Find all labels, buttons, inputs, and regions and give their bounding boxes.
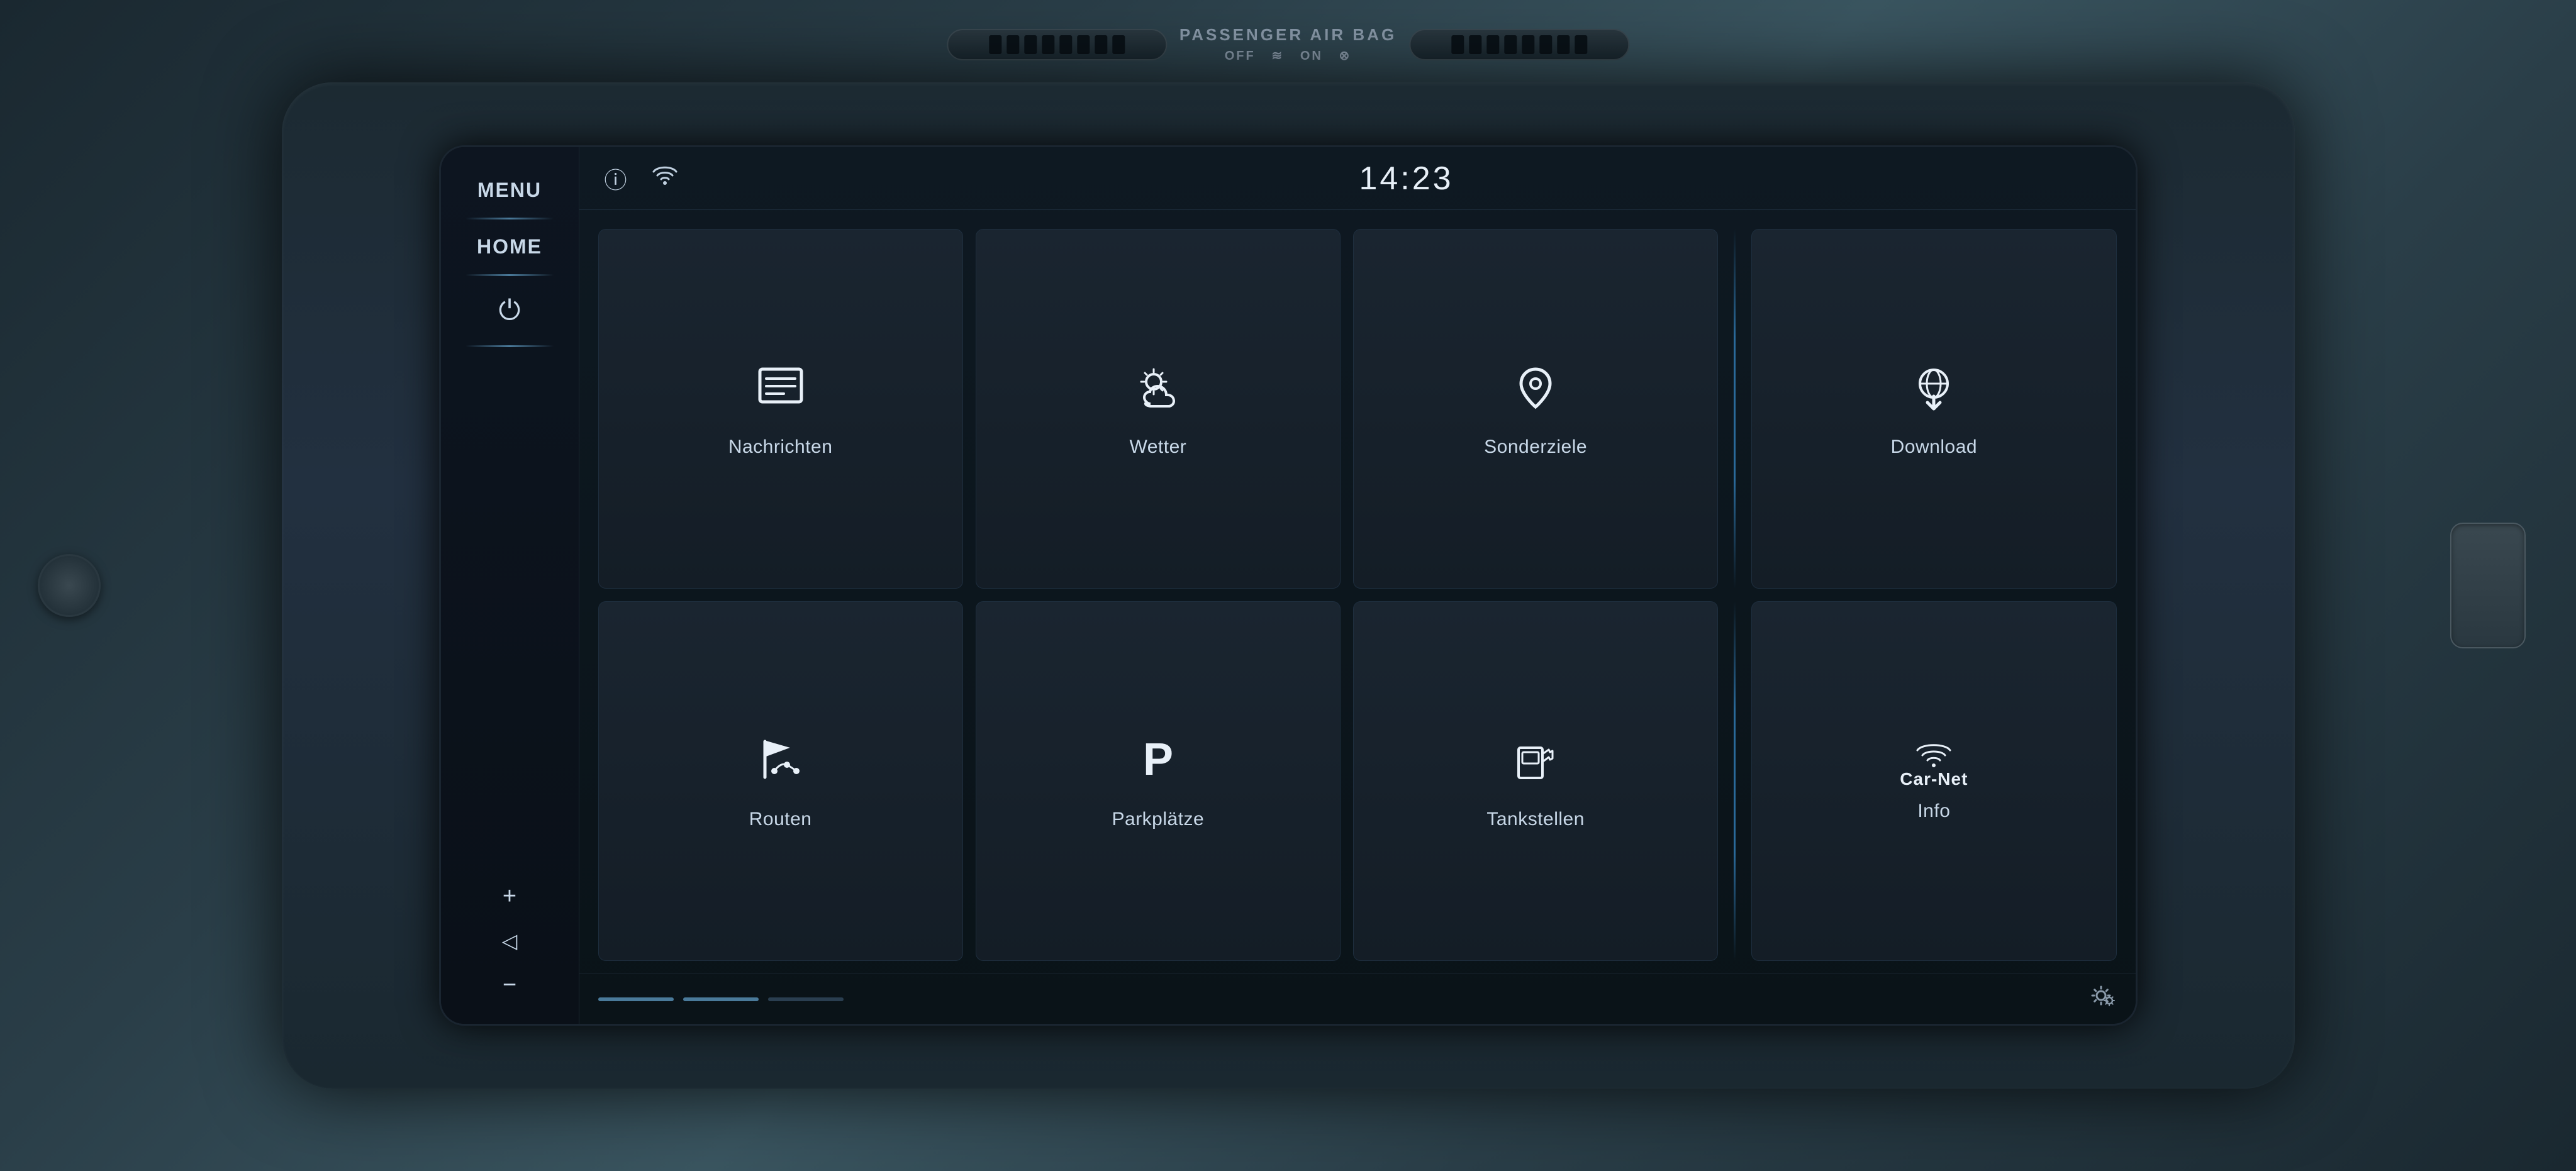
car-interior: PASSENGER AIR BAG OFF ≋ ON ⊗ MENU HOME (0, 0, 2576, 1171)
right-vent (1409, 29, 1629, 60)
grid-vertical-divider-2 (1734, 601, 1736, 961)
info-label: Info (1917, 801, 1950, 822)
info-circle-icon: ⓘ (605, 162, 627, 195)
scroll-indicator-1 (598, 997, 674, 1001)
grid-row-2: Routen P Parkplätze (598, 601, 2117, 961)
volume-controls: + ◁ − (496, 877, 524, 1005)
scroll-indicator-2 (683, 997, 759, 1001)
tile-download[interactable]: Download (1751, 229, 2116, 589)
sonderziele-label: Sonderziele (1484, 436, 1587, 458)
settings-button[interactable] (2085, 982, 2117, 1016)
grid-row-1: Nachrichten (598, 229, 2117, 589)
sidebar-divider-3 (466, 345, 554, 347)
tile-info[interactable]: Car-Net Info (1751, 601, 2116, 961)
sidebar-menu-button[interactable]: MENU (453, 166, 566, 214)
tile-nachrichten[interactable]: Nachrichten (598, 229, 963, 589)
volume-icon: ◁ (496, 923, 524, 959)
left-vent (947, 29, 1167, 60)
nachrichten-icon (752, 360, 809, 424)
scroll-indicator-3 (768, 997, 844, 1001)
tile-tankstellen[interactable]: Tankstellen (1353, 601, 1718, 961)
airbag-area: PASSENGER AIR BAG OFF ≋ ON ⊗ (947, 25, 1629, 64)
bottom-bar (579, 974, 2136, 1024)
infotainment-screen: MENU HOME ⏻ + ◁ − ⓘ (439, 145, 2138, 1026)
tile-wetter[interactable]: Wetter (976, 229, 1341, 589)
nav-knob[interactable] (38, 554, 101, 617)
sidebar-divider-2 (466, 274, 554, 276)
app-grid: Nachrichten (579, 210, 2136, 974)
wetter-icon (1130, 360, 1186, 424)
volume-up-button[interactable]: + (496, 877, 523, 916)
screen-main: ⓘ 14:23 (579, 147, 2136, 1024)
sidebar-home-button[interactable]: HOME (453, 223, 566, 271)
svg-text:P: P (1143, 735, 1173, 785)
tankstellen-label: Tankstellen (1486, 809, 1585, 830)
sidebar-divider-1 (466, 218, 554, 219)
volume-down-button[interactable]: − (496, 965, 523, 1005)
download-label: Download (1891, 436, 1977, 458)
dashboard-surround: MENU HOME ⏻ + ◁ − ⓘ (282, 82, 2295, 1089)
tankstellen-icon (1507, 732, 1564, 796)
wifi-icon (652, 165, 677, 191)
clock-display: 14:23 (703, 160, 2110, 197)
sonderziele-icon (1507, 360, 1564, 424)
door-handle (2450, 523, 2526, 648)
parkplaetze-icon: P (1130, 732, 1186, 796)
tile-parkplaetze[interactable]: P Parkplätze (976, 601, 1341, 961)
sidebar-power-button[interactable]: ⏻ (453, 279, 566, 342)
nachrichten-label: Nachrichten (728, 436, 833, 458)
sidebar: MENU HOME ⏻ + ◁ − (441, 147, 579, 1024)
routen-icon (752, 732, 809, 796)
header-bar: ⓘ 14:23 (579, 147, 2136, 210)
grid-vertical-divider (1734, 229, 1736, 589)
airbag-label: PASSENGER AIR BAG OFF ≋ ON ⊗ (1179, 25, 1397, 64)
wetter-label: Wetter (1129, 436, 1186, 458)
routen-label: Routen (749, 809, 812, 830)
carnet-icon: Car-Net (1900, 740, 1968, 788)
parkplaetze-label: Parkplätze (1112, 809, 1205, 830)
tile-sonderziele[interactable]: Sonderziele (1353, 229, 1718, 589)
download-icon (1905, 360, 1962, 424)
tile-routen[interactable]: Routen (598, 601, 963, 961)
